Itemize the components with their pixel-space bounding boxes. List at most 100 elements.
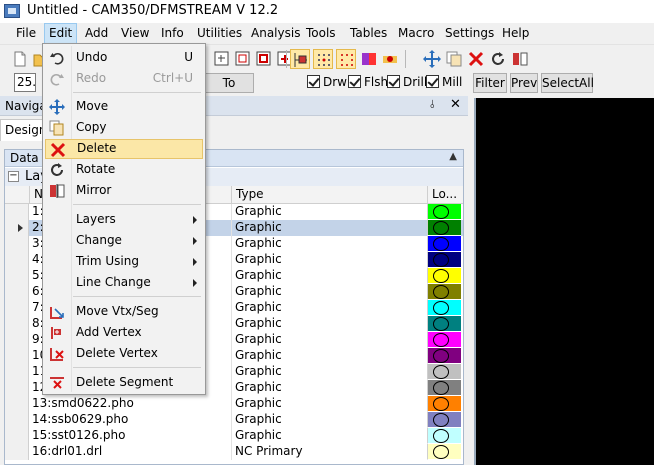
layer-color-swatch[interactable]: [427, 252, 461, 268]
layer-name-cell[interactable]: 14:ssb0629.pho: [32, 412, 226, 428]
row-header[interactable]: [5, 252, 29, 268]
layer-color-swatch[interactable]: [427, 412, 461, 428]
column-type[interactable]: Type: [231, 186, 427, 204]
menu-utilities[interactable]: Utilities: [193, 23, 246, 44]
menu-edit[interactable]: Edit: [44, 23, 78, 44]
layer-type-cell[interactable]: Graphic: [231, 332, 427, 348]
layer-visible-icon[interactable]: [433, 301, 449, 315]
table-row[interactable]: 15:sst0126.pho Graphic: [5, 428, 463, 444]
menu-item-change[interactable]: Change: [45, 231, 203, 251]
row-header[interactable]: [5, 428, 29, 444]
layer-visibility-icon[interactable]: [380, 49, 400, 69]
layer-type-cell[interactable]: Graphic: [231, 316, 427, 332]
menu-item-move[interactable]: Move: [45, 97, 203, 117]
row-header[interactable]: [5, 348, 29, 364]
checkbox-box[interactable]: [307, 75, 320, 88]
row-header[interactable]: [5, 268, 29, 284]
checkbox-mill[interactable]: Mill: [426, 75, 462, 91]
layer-type-cell[interactable]: Graphic: [231, 428, 427, 444]
layer-name-cell[interactable]: 13:smd0622.pho: [32, 396, 226, 412]
menu-item-copy[interactable]: Copy: [45, 118, 203, 138]
zoom-out-icon[interactable]: [254, 49, 274, 69]
layer-color-swatch[interactable]: [427, 220, 461, 236]
checkbox-drill[interactable]: Drill: [387, 75, 427, 91]
to-layer-button[interactable]: To Layer: [204, 73, 254, 108]
menu-add[interactable]: Add: [81, 23, 112, 44]
layer-visible-icon[interactable]: [433, 237, 449, 251]
layer-type-cell[interactable]: Graphic: [231, 284, 427, 300]
layer-type-cell[interactable]: Graphic: [231, 252, 427, 268]
row-header[interactable]: [5, 444, 29, 460]
pin-icon[interactable]: ⫰: [430, 98, 435, 112]
menu-help[interactable]: Help: [498, 23, 533, 44]
layer-visible-icon[interactable]: [433, 413, 449, 427]
zoom-combo[interactable]: 25.0:: [14, 73, 36, 92]
new-file-icon[interactable]: [10, 49, 30, 69]
layer-visible-icon[interactable]: [433, 381, 449, 395]
menu-item-rotate[interactable]: Rotate: [45, 160, 203, 180]
layer-visible-icon[interactable]: [433, 221, 449, 235]
layer-type-cell[interactable]: Graphic: [231, 380, 427, 396]
layer-visible-icon[interactable]: [433, 397, 449, 411]
layer-type-cell[interactable]: Graphic: [231, 220, 427, 236]
layer-color-swatch[interactable]: [427, 300, 461, 316]
layer-color-swatch[interactable]: [427, 236, 461, 252]
menu-macro[interactable]: Macro: [394, 23, 438, 44]
zoom-in-icon[interactable]: [233, 49, 253, 69]
checkbox-box[interactable]: [426, 75, 439, 88]
colors-icon[interactable]: [359, 49, 379, 69]
layer-name-cell[interactable]: 15:sst0126.pho: [32, 428, 226, 444]
row-header[interactable]: [5, 300, 29, 316]
layer-visible-icon[interactable]: [433, 333, 449, 347]
menu-item-delete[interactable]: Delete: [45, 139, 203, 159]
move-icon[interactable]: [422, 49, 442, 69]
layer-color-swatch[interactable]: [427, 332, 461, 348]
collapse-icon[interactable]: −: [8, 171, 19, 182]
row-header[interactable]: [5, 236, 29, 252]
layer-color-swatch[interactable]: [427, 396, 461, 412]
menu-item-move-vtx-seg[interactable]: Move Vtx/Seg: [45, 302, 203, 322]
zoom-window-icon[interactable]: [212, 49, 232, 69]
layer-color-swatch[interactable]: [427, 316, 461, 332]
layer-type-cell[interactable]: Graphic: [231, 348, 427, 364]
row-header[interactable]: [5, 396, 29, 412]
row-header[interactable]: [5, 380, 29, 396]
layer-type-cell[interactable]: Graphic: [231, 412, 427, 428]
row-header[interactable]: [5, 332, 29, 348]
menu-analysis[interactable]: Analysis: [247, 23, 304, 44]
column-color[interactable]: Lo...: [427, 186, 463, 204]
menu-item-mirror[interactable]: Mirror: [45, 181, 203, 201]
checkbox-box[interactable]: [348, 75, 361, 88]
select-all-button[interactable]: SelectAll: [541, 73, 594, 93]
menu-item-add-vertex[interactable]: Add Vertex: [45, 323, 203, 343]
layer-color-swatch[interactable]: [427, 444, 461, 460]
filter-button[interactable]: Filter: [473, 73, 507, 93]
layer-type-cell[interactable]: NC Primary: [231, 444, 427, 460]
table-row[interactable]: 16:drl01.drl NC Primary: [5, 444, 463, 460]
layer-type-cell[interactable]: Graphic: [231, 300, 427, 316]
menu-item-line-change[interactable]: Line Change: [45, 273, 203, 293]
menu-item-trim-using[interactable]: Trim Using: [45, 252, 203, 272]
menu-settings[interactable]: Settings: [441, 23, 498, 44]
row-header[interactable]: [5, 204, 29, 220]
checkbox-draw[interactable]: Drw: [307, 75, 347, 91]
layer-type-cell[interactable]: Graphic: [231, 364, 427, 380]
menu-view[interactable]: View: [117, 23, 153, 44]
table-row[interactable]: 13:smd0622.pho Graphic: [5, 396, 463, 412]
layer-visible-icon[interactable]: [433, 365, 449, 379]
layer-type-cell[interactable]: Graphic: [231, 236, 427, 252]
layer-color-swatch[interactable]: [427, 364, 461, 380]
mirror-icon[interactable]: [510, 49, 530, 69]
layer-color-swatch[interactable]: [427, 268, 461, 284]
layer-visible-icon[interactable]: [433, 445, 449, 459]
menu-item-delete-segment[interactable]: Delete Segment: [45, 373, 203, 393]
layer-color-swatch[interactable]: [427, 380, 461, 396]
layer-visible-icon[interactable]: [433, 269, 449, 283]
select-mode-icon[interactable]: [290, 49, 310, 69]
row-header[interactable]: [5, 412, 29, 428]
menu-info[interactable]: Info: [157, 23, 188, 44]
chevron-up-icon[interactable]: ▲: [449, 151, 457, 162]
layer-visible-icon[interactable]: [433, 253, 449, 267]
layer-visible-icon[interactable]: [433, 349, 449, 363]
drawing-canvas[interactable]: [474, 98, 654, 465]
